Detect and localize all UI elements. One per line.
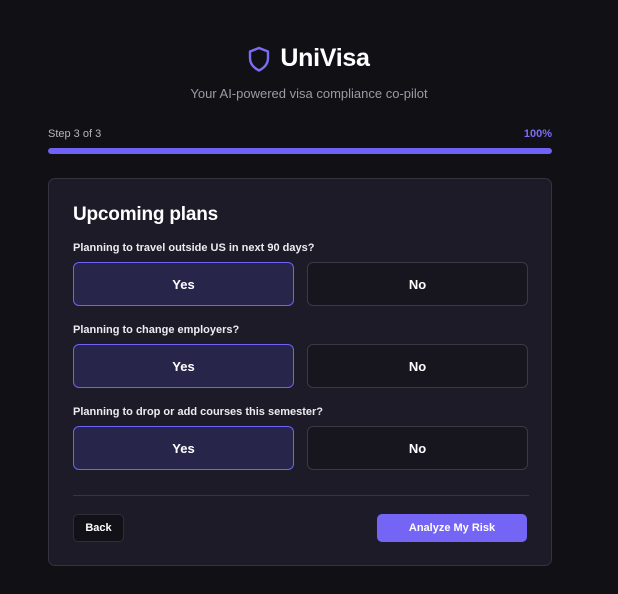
question-courses: Planning to drop or add courses this sem… (73, 406, 529, 470)
brand-header: UniVisa (0, 44, 618, 73)
no-button[interactable]: No (307, 262, 528, 306)
no-button[interactable]: No (307, 344, 528, 388)
analyze-risk-button[interactable]: Analyze My Risk (377, 514, 527, 542)
back-button[interactable]: Back (73, 514, 124, 542)
shield-icon (248, 46, 270, 72)
step-label: Step 3 of 3 (48, 128, 102, 140)
choice-group: Yes No (73, 262, 529, 306)
progress-header: Step 3 of 3 100% (48, 128, 552, 140)
progress-percent: 100% (523, 128, 552, 140)
yes-button[interactable]: Yes (73, 344, 294, 388)
question-label: Planning to drop or add courses this sem… (73, 406, 323, 418)
tagline: Your AI-powered visa compliance co-pilot (190, 86, 428, 101)
divider (73, 495, 529, 496)
question-label: Planning to travel outside US in next 90… (73, 242, 315, 254)
form-title: Upcoming plans (73, 204, 218, 225)
no-button[interactable]: No (307, 426, 528, 470)
question-travel: Planning to travel outside US in next 90… (73, 242, 529, 306)
progress-bar (48, 148, 552, 154)
progress-fill (48, 148, 552, 154)
question-label: Planning to change employers? (73, 324, 240, 336)
page: UniVisa Your AI-powered visa compliance … (0, 0, 618, 594)
choice-group: Yes No (73, 344, 529, 388)
brand-name: UniVisa (280, 44, 370, 72)
yes-button[interactable]: Yes (73, 426, 294, 470)
question-employer: Planning to change employers? Yes No (73, 324, 529, 388)
yes-button[interactable]: Yes (73, 262, 294, 306)
choice-group: Yes No (73, 426, 529, 470)
form-card: Upcoming plans Planning to travel outsid… (48, 178, 552, 566)
